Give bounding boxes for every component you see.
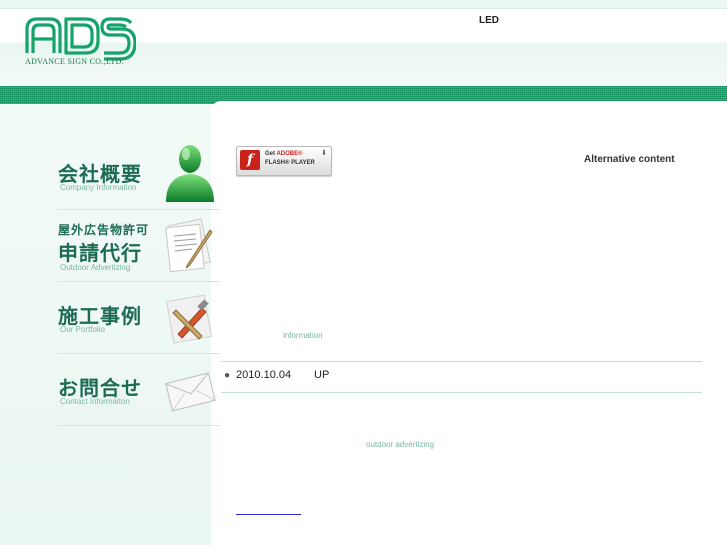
company-tagline: ADVANCE SIGN CO.,LTD. (25, 57, 124, 66)
bullet-icon: ● (224, 370, 231, 381)
tools-icon (166, 294, 212, 344)
nav-item-portfolio[interactable]: 施工事例 Our Portfolio (58, 282, 220, 354)
site-header: ADVANCE SIGN CO.,LTD. LED (0, 0, 727, 86)
flash-line1: Get ADOBE® (265, 151, 303, 157)
outdoor-advertizing-heading: outdoor advertizing (366, 440, 435, 449)
nav-item-outdoor[interactable]: 屋外広告物許可 申請代行 Outdoor Advertizing (58, 210, 220, 282)
flash-logo-icon: f (240, 150, 260, 170)
nav-label-jp-line1: 屋外広告物許可 (58, 223, 150, 237)
person-icon (166, 145, 214, 202)
divider (221, 392, 702, 393)
header-led-label[interactable]: LED (479, 15, 499, 26)
nav-item-company[interactable]: 会社概要 Company Information (58, 138, 220, 210)
flash-line2: FLASH® PLAYER (265, 160, 315, 166)
header-top-line (0, 8, 727, 9)
alternative-content-text: Alternative content (584, 154, 675, 165)
underlined-link[interactable] (236, 508, 301, 515)
nav-label-en: Contact Informaiton (60, 397, 130, 406)
information-heading: information (283, 331, 323, 340)
get-flash-player-button[interactable]: f Get ADOBE® FLASH® PLAYER ⬇ (236, 146, 332, 176)
nav-item-contact[interactable]: お問合せ Contact Informaiton (58, 354, 220, 426)
divider (221, 361, 702, 362)
nav-label-jp: 申請代行 (58, 243, 142, 265)
download-arrow-icon: ⬇ (321, 150, 327, 157)
news-date: 2010.10.04 (236, 369, 292, 381)
nav-label-en: Company Information (60, 183, 137, 192)
documents-pen-icon (165, 218, 213, 273)
nav-label-en: Our Portfolio (60, 325, 105, 334)
nav-label-en: Outdoor Advertizing (60, 263, 131, 272)
main-nav: 会社概要 Company Information 屋外広告物許可 申請代行 Ou… (58, 138, 220, 426)
envelope-icon (165, 372, 216, 412)
news-list-item: ● 2010.10.04 UP (224, 369, 329, 381)
news-text[interactable]: UP (314, 369, 329, 381)
